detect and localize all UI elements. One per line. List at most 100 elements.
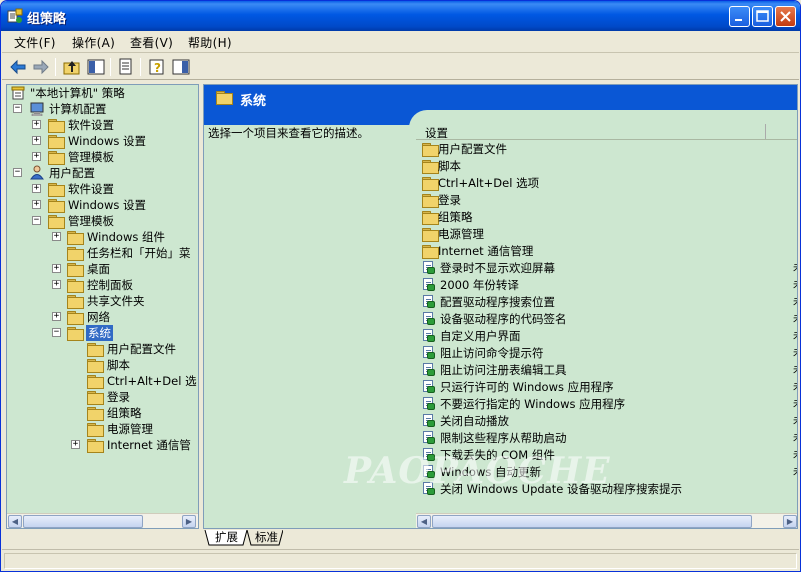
- tree-label: 软件设置: [68, 182, 114, 196]
- tree-label: 桌面: [87, 262, 110, 276]
- folder-icon: [422, 143, 439, 157]
- toolbar: ?: [2, 54, 799, 80]
- folder-icon: [87, 359, 104, 373]
- policy-setting-icon: [422, 414, 436, 428]
- expand-toggle[interactable]: +: [32, 184, 41, 193]
- expand-toggle[interactable]: +: [32, 120, 41, 129]
- folder-icon: [422, 194, 439, 208]
- list-item-policy[interactable]: 不要运行指定的 Windows 应用程序: [422, 396, 797, 413]
- pane-header-title: 系统: [240, 94, 267, 109]
- state-cell-clipped: 未: [793, 277, 797, 294]
- menu-action[interactable]: 操作(A): [72, 34, 115, 51]
- list-item-policy[interactable]: Windows 自动更新: [422, 464, 797, 481]
- tree-label: 用户配置: [49, 166, 95, 180]
- folder-icon: [87, 343, 104, 357]
- expand-toggle[interactable]: +: [32, 200, 41, 209]
- expand-toggle[interactable]: +: [71, 440, 80, 449]
- scroll-thumb[interactable]: [432, 515, 752, 528]
- close-icon: [780, 11, 791, 22]
- tree-label: 软件设置: [68, 118, 114, 132]
- scroll-right-arrow-icon[interactable]: ▶: [182, 515, 196, 528]
- list-horizontal-scrollbar[interactable]: ◀ ▶: [416, 513, 797, 528]
- list-item-label: 下载丢失的 COM 组件: [440, 448, 555, 462]
- tree-label-selected: 系统: [86, 325, 113, 341]
- collapse-toggle[interactable]: −: [13, 104, 22, 113]
- tree-item-local-computer-policy[interactable]: "本地计算机" 策略: [11, 85, 198, 101]
- scroll-left-arrow-icon[interactable]: ◀: [417, 515, 431, 528]
- folder-icon: [48, 135, 65, 149]
- tree-label: Windows 组件: [87, 230, 165, 244]
- properties-pane-icon[interactable]: [171, 57, 191, 77]
- expand-toggle[interactable]: +: [52, 280, 61, 289]
- list-item-label: 配置驱动程序搜索位置: [440, 295, 555, 309]
- collapse-toggle[interactable]: −: [52, 328, 61, 337]
- state-cell-clipped: 未: [793, 396, 797, 413]
- list-item-policy[interactable]: 阻止访问注册表编辑工具: [422, 362, 797, 379]
- list-item-label: 2000 年份转译: [440, 278, 519, 292]
- maximize-button[interactable]: [752, 6, 773, 27]
- column-header-setting[interactable]: 设置: [425, 125, 448, 141]
- tab-standard[interactable]: 标准: [251, 530, 282, 546]
- list-item-label: 组策略: [438, 210, 473, 224]
- back-arrow-icon[interactable]: [8, 57, 28, 77]
- tree-label: "本地计算机" 策略: [30, 86, 125, 100]
- tree-label: Ctrl+Alt+Del 选: [107, 374, 197, 388]
- expand-toggle[interactable]: +: [52, 312, 61, 321]
- folder-icon: [48, 199, 65, 213]
- folder-icon: [48, 151, 65, 165]
- list-item-policy[interactable]: 关闭自动播放: [422, 413, 797, 430]
- export-list-icon[interactable]: [116, 57, 136, 77]
- expand-toggle[interactable]: +: [52, 232, 61, 241]
- list-item-policy[interactable]: 限制这些程序从帮助启动: [422, 430, 797, 447]
- expand-toggle[interactable]: +: [32, 136, 41, 145]
- menu-file[interactable]: 文件(F): [14, 34, 56, 51]
- list-item-policy[interactable]: 下载丢失的 COM 组件: [422, 447, 797, 464]
- collapse-toggle[interactable]: −: [13, 168, 22, 177]
- help-icon[interactable]: ?: [147, 57, 167, 77]
- menu-help[interactable]: 帮助(H): [188, 34, 232, 51]
- column-separator[interactable]: [765, 124, 766, 139]
- title-bar[interactable]: 组策略: [1, 1, 800, 31]
- state-cell-clipped: 未: [793, 345, 797, 362]
- state-cell-clipped: 未: [793, 294, 797, 311]
- list-item-policy[interactable]: 自定义用户界面: [422, 328, 797, 345]
- tree-horizontal-scrollbar[interactable]: ◀ ▶: [7, 513, 198, 528]
- tree-label: 管理模板: [68, 150, 114, 164]
- show-hide-tree-icon[interactable]: [86, 57, 106, 77]
- expand-toggle[interactable]: +: [32, 152, 41, 161]
- window-title: 组策略: [27, 12, 67, 27]
- list-item-label: 只运行许可的 Windows 应用程序: [440, 380, 614, 394]
- list-item-policy[interactable]: 登录时不显示欢迎屏幕: [422, 260, 797, 277]
- list-item-policy[interactable]: 只运行许可的 Windows 应用程序: [422, 379, 797, 396]
- state-cell-clipped: 未: [793, 430, 797, 447]
- folder-icon: [48, 183, 65, 197]
- up-level-icon[interactable]: [62, 57, 82, 77]
- close-button[interactable]: [775, 6, 796, 27]
- scroll-right-arrow-icon[interactable]: ▶: [783, 515, 797, 528]
- folder-icon: [87, 391, 104, 405]
- list-item-policy[interactable]: 配置驱动程序搜索位置: [422, 294, 797, 311]
- policy-setting-icon: [422, 312, 436, 326]
- scroll-left-arrow-icon[interactable]: ◀: [8, 515, 22, 528]
- tree-label: Windows 设置: [68, 198, 146, 212]
- tree-label: 电源管理: [107, 422, 153, 436]
- list-item-label: 登录: [438, 193, 461, 207]
- expand-toggle[interactable]: +: [52, 264, 61, 273]
- collapse-toggle[interactable]: −: [32, 216, 41, 225]
- state-cell-clipped: 未: [793, 447, 797, 464]
- list-item-policy[interactable]: 阻止访问命令提示符: [422, 345, 797, 362]
- forward-arrow-icon[interactable]: [31, 57, 51, 77]
- tab-extended[interactable]: 扩展: [211, 530, 242, 546]
- list-item-policy[interactable]: 关闭 Windows Update 设备驱动程序搜索提示: [422, 481, 797, 498]
- list-item-policy[interactable]: 设备驱动程序的代码签名: [422, 311, 797, 328]
- minimize-button[interactable]: [729, 6, 750, 27]
- view-tabs: 扩展 标准: [203, 530, 798, 547]
- scroll-thumb[interactable]: [23, 515, 143, 528]
- list-item-policy[interactable]: 2000 年份转译: [422, 277, 797, 294]
- state-cell-clipped: 未: [793, 260, 797, 277]
- list-item-label: 限制这些程序从帮助启动: [440, 431, 567, 445]
- list-item-label: 关闭 Windows Update 设备驱动程序搜索提示: [440, 482, 682, 496]
- group-policy-app-icon: [7, 8, 23, 23]
- policy-setting-icon: [422, 431, 436, 445]
- menu-view[interactable]: 查看(V): [130, 34, 173, 51]
